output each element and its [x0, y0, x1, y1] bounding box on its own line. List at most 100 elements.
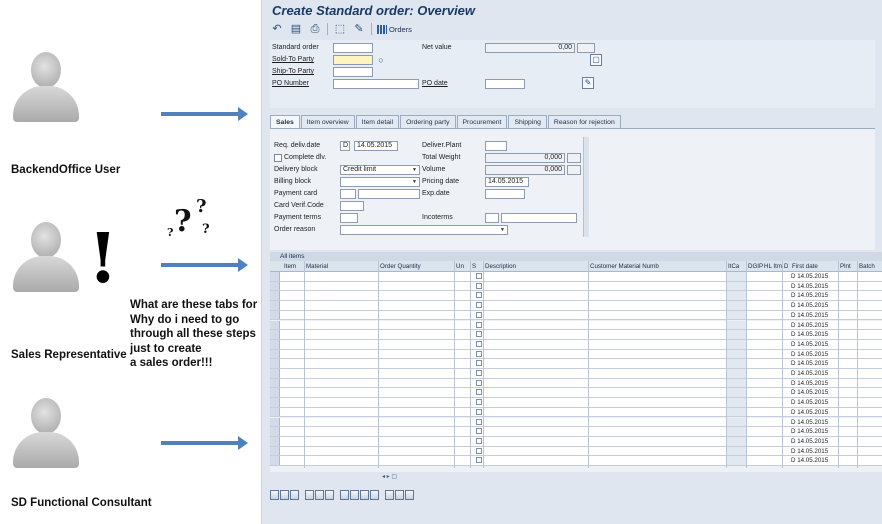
po-date-label[interactable]: PO date	[422, 80, 448, 87]
row-selector[interactable]	[270, 378, 280, 388]
tab-sales[interactable]: Sales	[270, 115, 300, 128]
row-first-date[interactable]: D 14.05.2015	[791, 282, 828, 291]
row-selector[interactable]	[270, 446, 280, 456]
row-first-date[interactable]: D 14.05.2015	[791, 456, 828, 465]
orders-button[interactable]: Orders	[377, 24, 412, 34]
deliver-plant-field[interactable]	[485, 141, 507, 151]
row-first-date[interactable]: D 14.05.2015	[791, 369, 828, 378]
insert-row-icon[interactable]	[280, 490, 289, 500]
row-first-date[interactable]: D 14.05.2015	[791, 340, 828, 349]
po-number-label[interactable]: PO Number	[272, 80, 309, 87]
tab-shipping[interactable]: Shipping	[508, 115, 547, 128]
table-row[interactable]: D 14.05.2015	[270, 291, 882, 302]
row-selector[interactable]	[270, 427, 280, 436]
row-status-checkbox[interactable]	[476, 428, 482, 435]
sold-to-field[interactable]	[333, 55, 373, 65]
row-first-date[interactable]: D 14.05.2015	[791, 291, 828, 300]
tools-icon[interactable]: ✎	[352, 22, 366, 36]
col-d[interactable]: D	[784, 261, 788, 272]
order-reason-select[interactable]	[340, 225, 508, 235]
table-row[interactable]: D 14.05.2015	[270, 320, 882, 331]
table-row[interactable]: D 14.05.2015	[270, 398, 882, 408]
col-description[interactable]: Description	[485, 261, 516, 272]
delete-row-icon[interactable]	[290, 490, 299, 500]
row-selector[interactable]	[270, 291, 280, 301]
row-status-checkbox[interactable]	[476, 399, 482, 406]
col-item-category[interactable]: ItCa	[728, 261, 739, 272]
col-item[interactable]: Item	[284, 261, 296, 272]
row-status-checkbox[interactable]	[476, 447, 482, 454]
table-row[interactable]: D 14.05.2015	[270, 456, 882, 466]
row-first-date[interactable]: D 14.05.2015	[791, 359, 828, 368]
header-detail-icon[interactable]: ▢	[590, 54, 602, 66]
row-selector[interactable]	[270, 359, 280, 368]
row-status-checkbox[interactable]	[476, 292, 482, 299]
card-verif-field[interactable]	[340, 201, 364, 211]
col-material[interactable]: Material	[306, 261, 328, 272]
row-selector[interactable]	[270, 320, 280, 330]
col-unit[interactable]: Un	[456, 261, 464, 272]
select-all-icon[interactable]	[305, 490, 314, 500]
row-selector[interactable]	[270, 369, 280, 378]
row-selector[interactable]	[270, 436, 280, 446]
row-status-checkbox[interactable]	[476, 273, 482, 279]
standard-order-field[interactable]	[333, 43, 373, 53]
row-status-checkbox[interactable]	[476, 282, 482, 289]
tab-procurement[interactable]: Procurement	[456, 115, 508, 128]
expand-icon[interactable]	[385, 490, 394, 500]
settings-icon[interactable]	[405, 490, 414, 500]
row-selector[interactable]	[270, 301, 280, 310]
table-row[interactable]: D 14.05.2015	[270, 446, 882, 457]
row-status-checkbox[interactable]	[476, 389, 482, 396]
row-first-date[interactable]: D 14.05.2015	[791, 321, 828, 330]
sold-to-label[interactable]: Sold-To Party	[272, 56, 314, 63]
complete-dlv-checkbox[interactable]	[274, 154, 282, 162]
deselect-all-icon[interactable]	[315, 490, 324, 500]
collapse-icon[interactable]	[395, 490, 404, 500]
row-first-date[interactable]: D 14.05.2015	[791, 408, 828, 417]
col-batch[interactable]: Batch	[859, 261, 875, 272]
row-selector[interactable]	[270, 281, 280, 291]
row-selector[interactable]	[270, 330, 280, 339]
availability-icon[interactable]	[360, 490, 369, 500]
row-selector[interactable]	[270, 310, 280, 320]
row-selector[interactable]	[270, 417, 280, 427]
table-row[interactable]: D 14.05.2015	[270, 407, 882, 418]
row-first-date[interactable]: D 14.05.2015	[791, 272, 828, 281]
sort-icon[interactable]	[325, 490, 334, 500]
row-selector[interactable]	[270, 349, 280, 359]
ship-to-label[interactable]: Ship-To Party	[272, 68, 314, 75]
table-row[interactable]: D 14.05.2015	[270, 301, 882, 311]
table-row[interactable]: D 14.05.2015	[270, 369, 882, 379]
display-doc-icon[interactable]: ▤	[289, 22, 303, 36]
col-first-date[interactable]: First date	[792, 261, 818, 272]
back-icon[interactable]: ↶	[270, 22, 284, 36]
incoterms-field[interactable]	[501, 213, 577, 223]
table-row[interactable]: D 14.05.2015	[270, 417, 882, 428]
row-status-checkbox[interactable]	[476, 331, 482, 338]
po-date-field[interactable]	[485, 79, 525, 89]
exp-date-field[interactable]	[485, 189, 525, 199]
row-first-date[interactable]: D 14.05.2015	[791, 427, 828, 436]
tab-ordering-party[interactable]: Ordering party	[400, 115, 456, 128]
ship-to-field[interactable]	[333, 67, 373, 77]
row-first-date[interactable]: D 14.05.2015	[791, 301, 828, 310]
row-status-checkbox[interactable]	[476, 321, 482, 328]
tab-item-overview[interactable]: Item overview	[300, 115, 355, 128]
delivery-block-select[interactable]: Credit limit	[340, 165, 420, 175]
row-first-date[interactable]: D 14.05.2015	[791, 388, 828, 397]
table-row[interactable]: D 14.05.2015	[270, 349, 882, 360]
payment-terms-field[interactable]	[340, 213, 358, 223]
row-selector[interactable]	[270, 398, 280, 407]
row-selector[interactable]	[270, 388, 280, 398]
search-help-icon[interactable]: ○	[374, 53, 388, 67]
card-type-field[interactable]	[340, 189, 356, 199]
row-status-checkbox[interactable]	[476, 311, 482, 318]
row-first-date[interactable]: D 14.05.2015	[791, 311, 828, 320]
col-status[interactable]: S	[472, 261, 476, 272]
table-hscroll[interactable]: ◂ ▸ ▢	[382, 473, 397, 480]
row-status-checkbox[interactable]	[476, 340, 482, 347]
tab-reason-for-rejection[interactable]: Reason for rejection	[547, 115, 621, 128]
row-selector[interactable]	[270, 272, 280, 281]
notes-icon[interactable]: ✎	[582, 77, 594, 89]
